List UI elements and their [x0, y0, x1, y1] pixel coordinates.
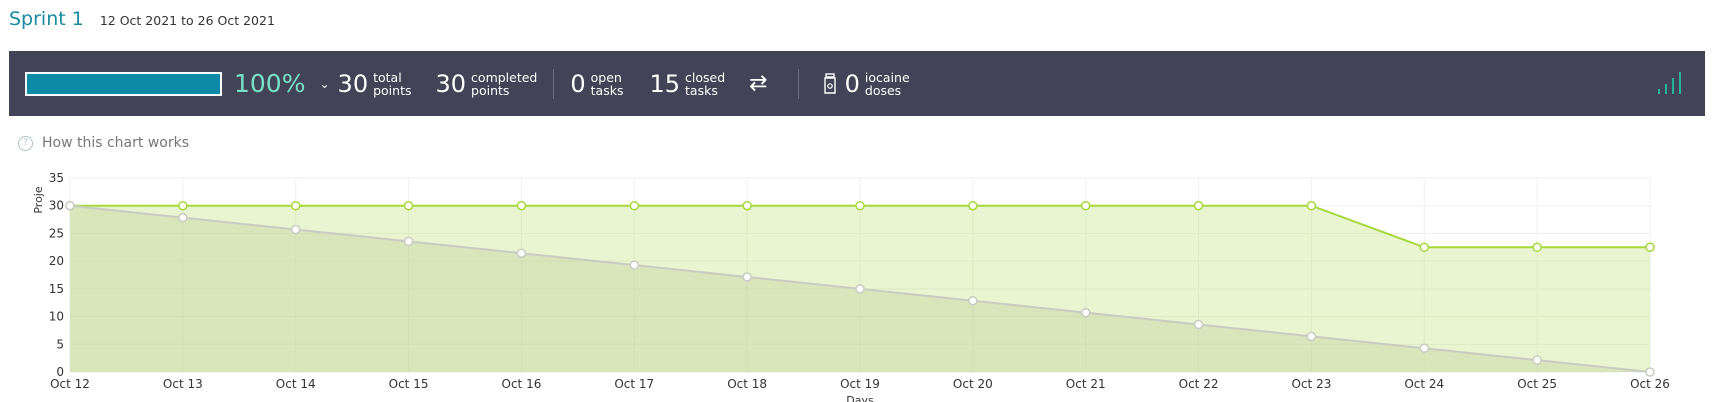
sprint-summary-bar: 100% ⌄ 30 total points 30 completed poin… — [9, 51, 1705, 116]
series-2-point — [1193, 319, 1204, 330]
iocaine-stat: 0 iocaine doses — [845, 70, 910, 98]
iocaine-label-2: doses — [864, 82, 902, 98]
series-1-point — [1645, 242, 1655, 253]
x-tick-label: Oct 17 — [614, 377, 654, 391]
help-icon: ? — [18, 135, 33, 151]
series-2-point — [742, 272, 752, 282]
completed-points-stat: 30 completed points — [436, 70, 538, 98]
series-1-point — [516, 200, 527, 211]
series-2-point — [178, 212, 188, 223]
x-tick-label: Oct 16 — [502, 377, 542, 391]
series-1-point — [290, 200, 301, 211]
iocaine-value: 0 — [844, 69, 860, 98]
series-2-point — [629, 260, 640, 270]
signal-icon[interactable] — [1657, 69, 1683, 95]
series-2-point — [1532, 355, 1542, 365]
progress-fill — [27, 73, 220, 94]
open-tasks-label: open tasks — [591, 71, 624, 97]
series-1-point — [1532, 242, 1542, 253]
series-1-point — [1193, 200, 1204, 211]
x-tick-label: Oct 22 — [1179, 377, 1219, 391]
total-points-label: total points — [373, 71, 411, 97]
swap-arrows-icon[interactable]: ⇄ — [749, 71, 767, 96]
x-tick-label: Oct 18 — [727, 377, 767, 391]
x-tick-label: Oct 24 — [1404, 377, 1444, 391]
how-chart-works-text: How this chart works — [42, 135, 190, 151]
series-2-point — [1306, 331, 1317, 342]
iocaine-label-1: iocaine — [864, 69, 910, 85]
total-points-value: 30 — [337, 69, 369, 98]
y-tick-label: 10 — [49, 310, 64, 324]
completed-points-label-2: points — [471, 82, 510, 98]
sprint-header: Sprint 1 12 Oct 2021 to 26 Oct 2021 — [9, 8, 275, 30]
x-tick-label: Oct 21 — [1066, 377, 1106, 391]
series-1-point — [968, 200, 978, 211]
closed-tasks-label: closed tasks — [685, 71, 725, 97]
open-tasks-label-1: open — [590, 69, 622, 85]
open-tasks-label-2: tasks — [590, 82, 624, 98]
chevron-down-icon[interactable]: ⌄ — [319, 77, 329, 91]
closed-tasks-stat: 15 closed tasks — [649, 70, 725, 98]
series-2-point — [65, 200, 75, 211]
how-chart-works-link[interactable]: ? How this chart works — [18, 135, 189, 151]
series-1-point — [403, 200, 414, 211]
series-1-point — [1080, 200, 1091, 211]
x-axis-label: Days — [846, 394, 874, 402]
series-2-point — [855, 284, 865, 294]
progress-bar — [25, 71, 222, 96]
divider — [797, 68, 799, 99]
jar-icon — [823, 72, 836, 94]
x-tick-label: Oct 14 — [276, 377, 316, 391]
closed-tasks-label-1: closed — [685, 69, 726, 85]
completed-points-value: 30 — [435, 69, 467, 98]
x-tick-label: Oct 15 — [389, 377, 429, 391]
closed-tasks-value: 15 — [649, 69, 681, 98]
y-axis-label: Proje — [32, 186, 45, 214]
series-2-point — [1419, 343, 1430, 353]
series-1-point — [1419, 242, 1430, 253]
divider — [553, 68, 555, 99]
total-points-label-2: points — [373, 82, 412, 98]
series-1-point — [178, 200, 188, 211]
series-1-point — [1306, 200, 1317, 211]
series-1-point — [855, 200, 865, 211]
y-tick-label: 15 — [49, 282, 64, 296]
x-tick-label: Oct 12 — [50, 377, 90, 391]
progress-percent: 100% — [234, 69, 306, 98]
burndown-chart: 05101520253035Oct 12 Oct 13 Oct 14 Oct 15 Oc… — [32, 171, 1670, 402]
series-1-point — [629, 200, 640, 211]
x-tick-label: Oct 13 — [163, 377, 203, 391]
x-tick-label: Oct 20 — [953, 377, 993, 391]
series-2-point — [1080, 307, 1091, 318]
series-2-point — [968, 295, 978, 306]
series-2-point — [1645, 367, 1655, 377]
series-1-point — [742, 200, 752, 211]
x-tick-label: Oct 25 — [1517, 377, 1557, 391]
series-2-point — [516, 248, 527, 258]
y-tick-label: 35 — [49, 171, 64, 185]
y-tick-label: 20 — [49, 254, 64, 268]
closed-tasks-label-2: tasks — [685, 82, 718, 98]
total-points-stat: 30 total points — [338, 70, 412, 98]
open-tasks-value: 0 — [570, 69, 586, 98]
completed-points-label: completed points — [471, 71, 537, 97]
sprint-title[interactable]: Sprint 1 — [9, 8, 84, 30]
x-tick-label: Oct 19 — [840, 377, 880, 391]
x-tick-label: Oct 23 — [1292, 377, 1332, 391]
iocaine-label: iocaine doses — [865, 71, 910, 97]
completed-points-label-1: completed — [471, 69, 538, 85]
y-tick-label: 25 — [49, 226, 64, 240]
open-tasks-stat: 0 open tasks — [570, 70, 623, 98]
y-tick-label: 5 — [56, 337, 64, 351]
total-points-label-1: total — [373, 69, 402, 85]
series-2-point — [403, 236, 414, 247]
series-2-point — [290, 224, 301, 235]
y-tick-label: 30 — [49, 199, 64, 213]
x-tick-label: Oct 26 — [1630, 377, 1670, 391]
sprint-dates: 12 Oct 2021 to 26 Oct 2021 — [99, 13, 275, 28]
